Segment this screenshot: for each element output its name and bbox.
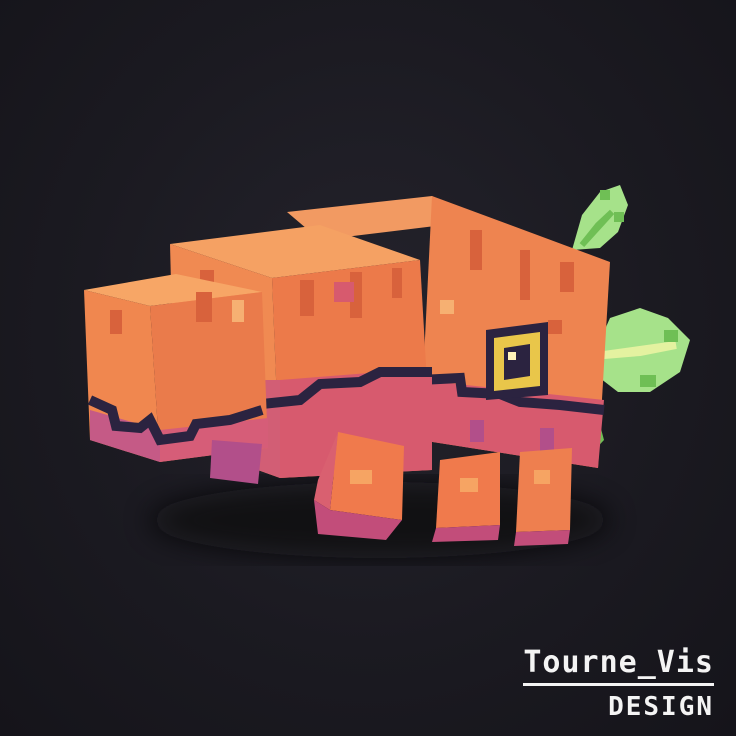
watermark: Tourne_Vis DESIGN [523, 647, 714, 722]
leg-rear-right [514, 448, 572, 546]
voxel-creature-illustration [84, 185, 690, 558]
eye [486, 322, 548, 400]
scene: Tourne_Vis DESIGN [0, 0, 736, 736]
watermark-subtitle: DESIGN [608, 692, 714, 722]
leg-back-left [210, 440, 262, 484]
leaf-top [572, 185, 628, 250]
body-front-snout [84, 274, 268, 462]
leg-front-right [432, 452, 500, 542]
watermark-title: Tourne_Vis [523, 647, 714, 686]
